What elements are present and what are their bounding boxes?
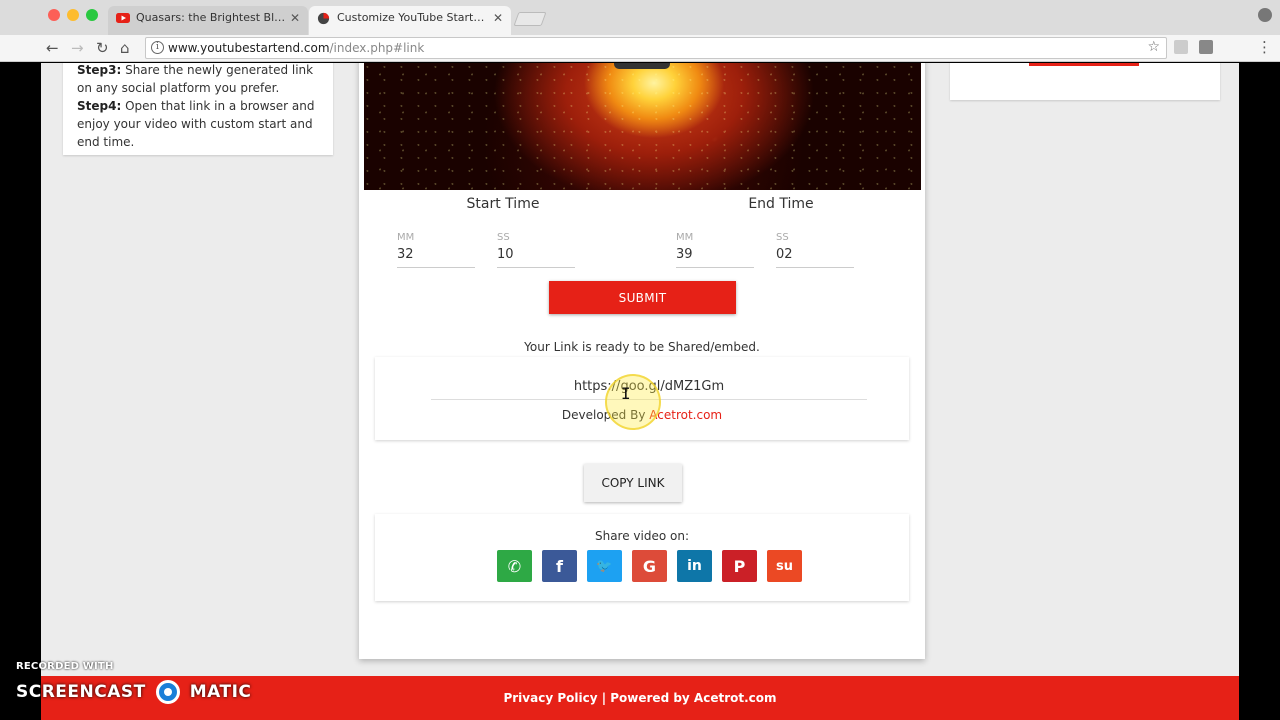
google-plus-icon: G xyxy=(642,556,657,576)
home-icon[interactable]: ⌂ xyxy=(120,38,130,58)
video-grain xyxy=(364,63,921,190)
browser-tab-customize[interactable]: Customize YouTube Start and E ✕ xyxy=(309,6,511,35)
start-minutes-input[interactable] xyxy=(397,246,475,268)
video-top-control xyxy=(614,63,670,69)
text-cursor-icon: I xyxy=(621,384,631,403)
info-icon[interactable]: i xyxy=(151,41,164,54)
browser-toolbar: ← → ↻ ⌂ i www.youtubestartend.com/index.… xyxy=(0,35,1280,62)
watermark-caption: RECORDED WITH xyxy=(16,661,114,672)
tab-close-icon[interactable]: ✕ xyxy=(290,6,300,30)
tab-title: Quasars: the Brightest Black H xyxy=(136,11,286,24)
forward-arrow-icon[interactable]: → xyxy=(71,38,84,58)
url-path: /index.php#link xyxy=(329,41,425,55)
start-mm-label: MM xyxy=(397,232,415,243)
reload-icon[interactable]: ↻ xyxy=(96,38,109,58)
link-ready-text: Your Link is ready to be Shared/embed. xyxy=(524,340,760,354)
step3-label: Step3: xyxy=(77,63,122,77)
share-facebook-button[interactable]: f xyxy=(542,550,577,582)
back-arrow-icon[interactable]: ← xyxy=(46,38,59,58)
stumbleupon-icon: su xyxy=(776,558,793,574)
share-linkedin-button[interactable]: in xyxy=(677,550,712,582)
whatsapp-icon: ✆ xyxy=(507,556,522,576)
facebook-icon: f xyxy=(556,556,563,576)
profile-icon[interactable] xyxy=(1258,8,1272,22)
side-card xyxy=(950,63,1220,100)
cast-icon[interactable] xyxy=(1174,40,1188,54)
start-ss-label: SS xyxy=(497,232,510,243)
window-zoom-button[interactable] xyxy=(86,9,98,21)
tab-title: Customize YouTube Start and E xyxy=(337,11,487,24)
window-minimize-button[interactable] xyxy=(67,9,79,21)
screencast-logo-icon xyxy=(155,680,180,704)
site-icon xyxy=(317,12,330,25)
extension-icon[interactable] xyxy=(1199,40,1213,54)
end-minutes-input[interactable] xyxy=(676,246,754,268)
side-card-accent xyxy=(1029,63,1139,66)
pinterest-icon: P xyxy=(733,556,746,576)
address-bar[interactable]: i www.youtubestartend.com/index.php#link… xyxy=(145,37,1167,59)
share-buttons: ✆ f 🐦 G in P su xyxy=(497,550,802,582)
watermark-right: MATIC xyxy=(189,682,252,702)
video-frame[interactable] xyxy=(364,63,921,190)
step4-text: Step4: Open that link in a browser and e… xyxy=(77,99,315,149)
window-close-button[interactable] xyxy=(48,9,60,21)
address-url: www.youtubestartend.com/index.php#link xyxy=(168,41,424,55)
bookmark-star-icon[interactable]: ☆ xyxy=(1147,39,1160,55)
main-card: Start Time End Time MM SS MM SS SUBMIT Y… xyxy=(359,63,925,659)
developer-link[interactable]: Acetrot.com xyxy=(649,408,722,422)
submit-button[interactable]: SUBMIT xyxy=(549,281,736,314)
link-result-box: Developed By Acetrot.com I xyxy=(375,357,909,440)
new-tab-button[interactable] xyxy=(513,12,547,26)
page-viewport: Step3: Share the newly generated link on… xyxy=(41,63,1239,720)
screencast-watermark: SCREENCAST MATIC xyxy=(16,680,251,704)
linkedin-icon: in xyxy=(687,558,702,574)
twitter-icon: 🐦 xyxy=(596,558,613,574)
cursor-highlight xyxy=(605,374,661,430)
instructions-card: Step3: Share the newly generated link on… xyxy=(63,63,333,155)
share-pinterest-button[interactable]: P xyxy=(722,550,757,582)
start-time-heading: Start Time xyxy=(466,196,540,212)
share-stumbleupon-button[interactable]: su xyxy=(767,550,802,582)
end-seconds-input[interactable] xyxy=(776,246,854,268)
end-ss-label: SS xyxy=(776,232,789,243)
start-seconds-input[interactable] xyxy=(497,246,575,268)
url-host: www.youtubestartend.com xyxy=(168,41,330,55)
share-label: Share video on: xyxy=(594,529,690,543)
step3-text: Step3: Share the newly generated link on… xyxy=(77,63,314,95)
end-mm-label: MM xyxy=(676,232,694,243)
share-twitter-button[interactable]: 🐦 xyxy=(587,550,622,582)
share-box: Share video on: ✆ f 🐦 G in P su xyxy=(375,514,909,601)
youtube-icon xyxy=(116,13,130,23)
share-whatsapp-button[interactable]: ✆ xyxy=(497,550,532,582)
browser-tab-strip: Quasars: the Brightest Black H ✕ Customi… xyxy=(0,0,1280,35)
watermark-left: SCREENCAST xyxy=(16,682,146,702)
browser-tab-quasars[interactable]: Quasars: the Brightest Black H ✕ xyxy=(108,6,308,35)
share-google-plus-button[interactable]: G xyxy=(632,550,667,582)
copy-link-button[interactable]: COPY LINK xyxy=(584,464,682,502)
end-time-heading: End Time xyxy=(748,196,814,212)
menu-dots-icon[interactable]: ⋮ xyxy=(1257,38,1272,56)
tab-close-icon[interactable]: ✕ xyxy=(493,6,503,30)
step4-label: Step4: xyxy=(77,99,122,113)
